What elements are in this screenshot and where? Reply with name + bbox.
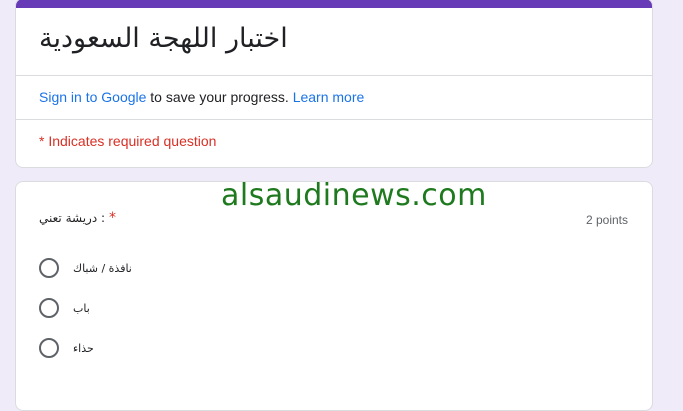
question-title: دريشة تعني : * (39, 210, 116, 226)
radio-button[interactable] (39, 258, 59, 278)
radio-button[interactable] (39, 338, 59, 358)
answer-option[interactable]: باب (39, 297, 90, 319)
signin-row: Sign in to Google to save your progress.… (39, 89, 364, 105)
answer-option[interactable]: نافذة / شباك (39, 257, 132, 279)
option-label: باب (73, 301, 90, 315)
answer-option[interactable]: حذاء (39, 337, 94, 359)
question-text: دريشة تعني : (39, 211, 106, 225)
header-divider-2 (16, 119, 652, 120)
radio-button[interactable] (39, 298, 59, 318)
option-label: حذاء (73, 341, 94, 355)
signin-message: to save your progress. (146, 89, 293, 105)
option-label: نافذة / شباك (73, 261, 132, 275)
learn-more-link[interactable]: Learn more (293, 89, 365, 105)
required-question-note: * Indicates required question (39, 133, 217, 149)
required-star: * (109, 210, 117, 226)
site-watermark: alsaudinews.com (221, 178, 487, 213)
question-card: دريشة تعني : * 2 points نافذة / شباك باب … (15, 181, 653, 411)
form-title: اختبار اللهجة السعودية (39, 23, 288, 54)
form-accent-bar (16, 0, 652, 8)
form-header-card: اختبار اللهجة السعودية Sign in to Google… (15, 0, 653, 168)
sign-in-link[interactable]: Sign in to Google (39, 89, 146, 105)
header-divider (16, 75, 652, 76)
question-points: 2 points (585, 213, 628, 227)
